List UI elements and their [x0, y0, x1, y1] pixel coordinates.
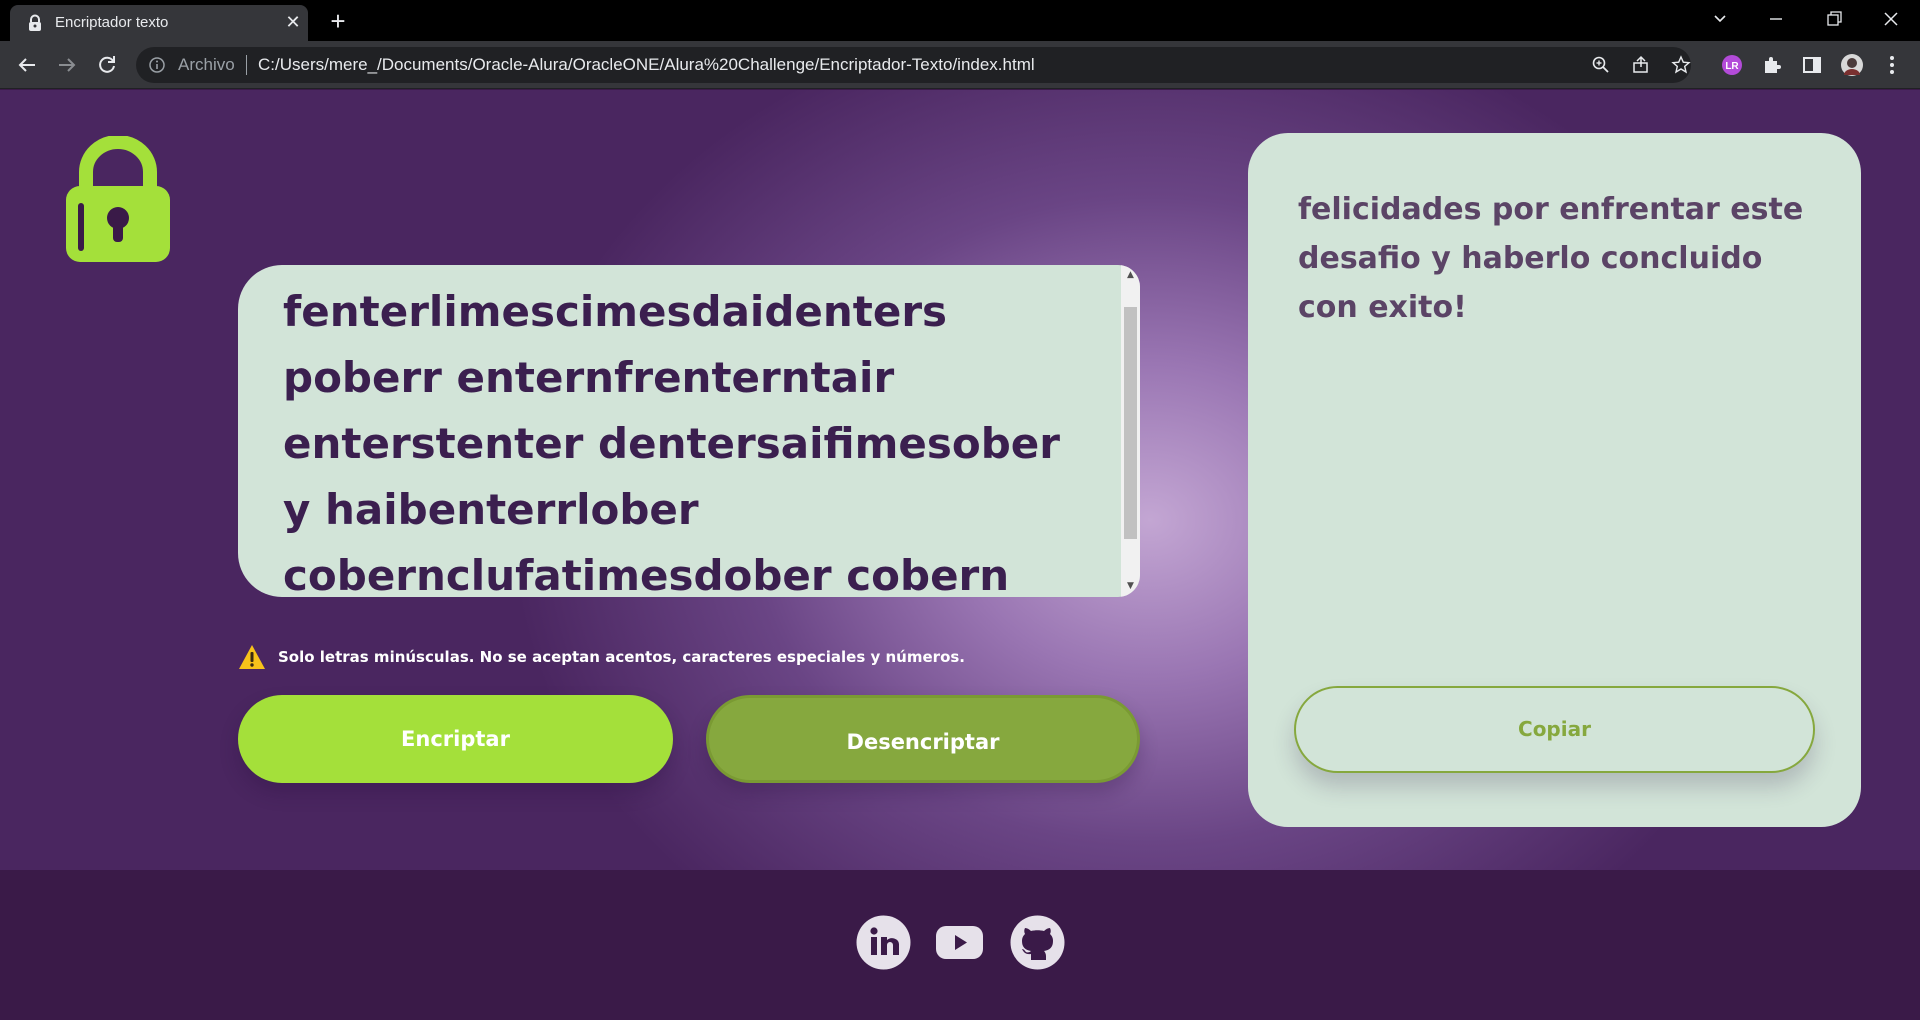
extensions-puzzle-icon[interactable]	[1760, 53, 1784, 77]
linkedin-icon[interactable]	[856, 915, 911, 970]
bookmark-star-icon[interactable]	[1671, 55, 1691, 75]
output-panel: felicidades por enfrentar este desafio y…	[1248, 133, 1861, 827]
forward-arrow-icon[interactable]	[53, 51, 81, 79]
footer	[0, 870, 1920, 1020]
youtube-icon[interactable]	[932, 915, 987, 970]
lock-favicon-icon	[29, 14, 41, 31]
menu-kebab-icon[interactable]	[1880, 53, 1904, 77]
scroll-down-icon[interactable]: ▼	[1121, 578, 1140, 595]
input-scrollbar[interactable]: ▲ ▼	[1121, 265, 1140, 597]
side-panel-icon[interactable]	[1800, 53, 1824, 77]
url-text[interactable]: C:/Users/mere_/Documents/Oracle-Alura/Or…	[258, 55, 1035, 75]
output-text: felicidades por enfrentar este desafio y…	[1298, 192, 1804, 325]
browser-tab-bar: Encriptador texto ✕ +	[0, 0, 1920, 41]
browser-toolbar: Archivo C:/Users/mere_/Documents/Oracle-…	[0, 41, 1920, 89]
warning-message: Solo letras minúsculas. No se aceptan ac…	[238, 643, 965, 671]
extension-lr-icon[interactable]: LR	[1720, 53, 1744, 77]
lock-logo-icon	[66, 136, 170, 262]
zoom-icon[interactable]	[1591, 55, 1611, 75]
encrypt-button[interactable]: Encriptar	[238, 695, 673, 783]
address-separator	[246, 55, 247, 75]
minimize-icon[interactable]	[1756, 4, 1796, 34]
warning-text: Solo letras minúsculas. No se aceptan ac…	[278, 648, 965, 666]
warning-icon	[239, 645, 265, 669]
page-body: fenterlimescimesdaidenters poberr entern…	[0, 90, 1920, 870]
tab-search-icon[interactable]	[1700, 4, 1740, 34]
new-tab-button[interactable]: +	[324, 8, 352, 36]
tab-title: Encriptador texto	[55, 14, 169, 31]
reload-icon[interactable]	[93, 51, 121, 79]
scroll-up-icon[interactable]: ▲	[1121, 267, 1140, 284]
info-icon[interactable]	[148, 56, 166, 74]
github-icon[interactable]	[1010, 915, 1065, 970]
tab-close-icon[interactable]: ✕	[281, 11, 305, 35]
profile-avatar-icon[interactable]	[1840, 53, 1864, 77]
scroll-thumb[interactable]	[1124, 307, 1137, 539]
decrypt-button[interactable]: Desencriptar	[706, 695, 1140, 783]
text-input-area[interactable]: fenterlimescimesdaidenters poberr entern…	[238, 265, 1140, 597]
input-text-value[interactable]: fenterlimescimesdaidenters poberr entern…	[283, 279, 1083, 597]
svg-text:LR: LR	[1725, 61, 1739, 72]
restore-icon[interactable]	[1814, 4, 1854, 34]
address-bar[interactable]: Archivo C:/Users/mere_/Documents/Oracle-…	[136, 47, 1691, 83]
browser-tab[interactable]: Encriptador texto ✕	[10, 5, 308, 41]
copy-button[interactable]: Copiar	[1294, 686, 1815, 773]
file-scheme-label: Archivo	[178, 55, 235, 74]
close-window-icon[interactable]	[1871, 4, 1911, 34]
share-icon[interactable]	[1631, 55, 1651, 75]
back-arrow-icon[interactable]	[13, 51, 41, 79]
